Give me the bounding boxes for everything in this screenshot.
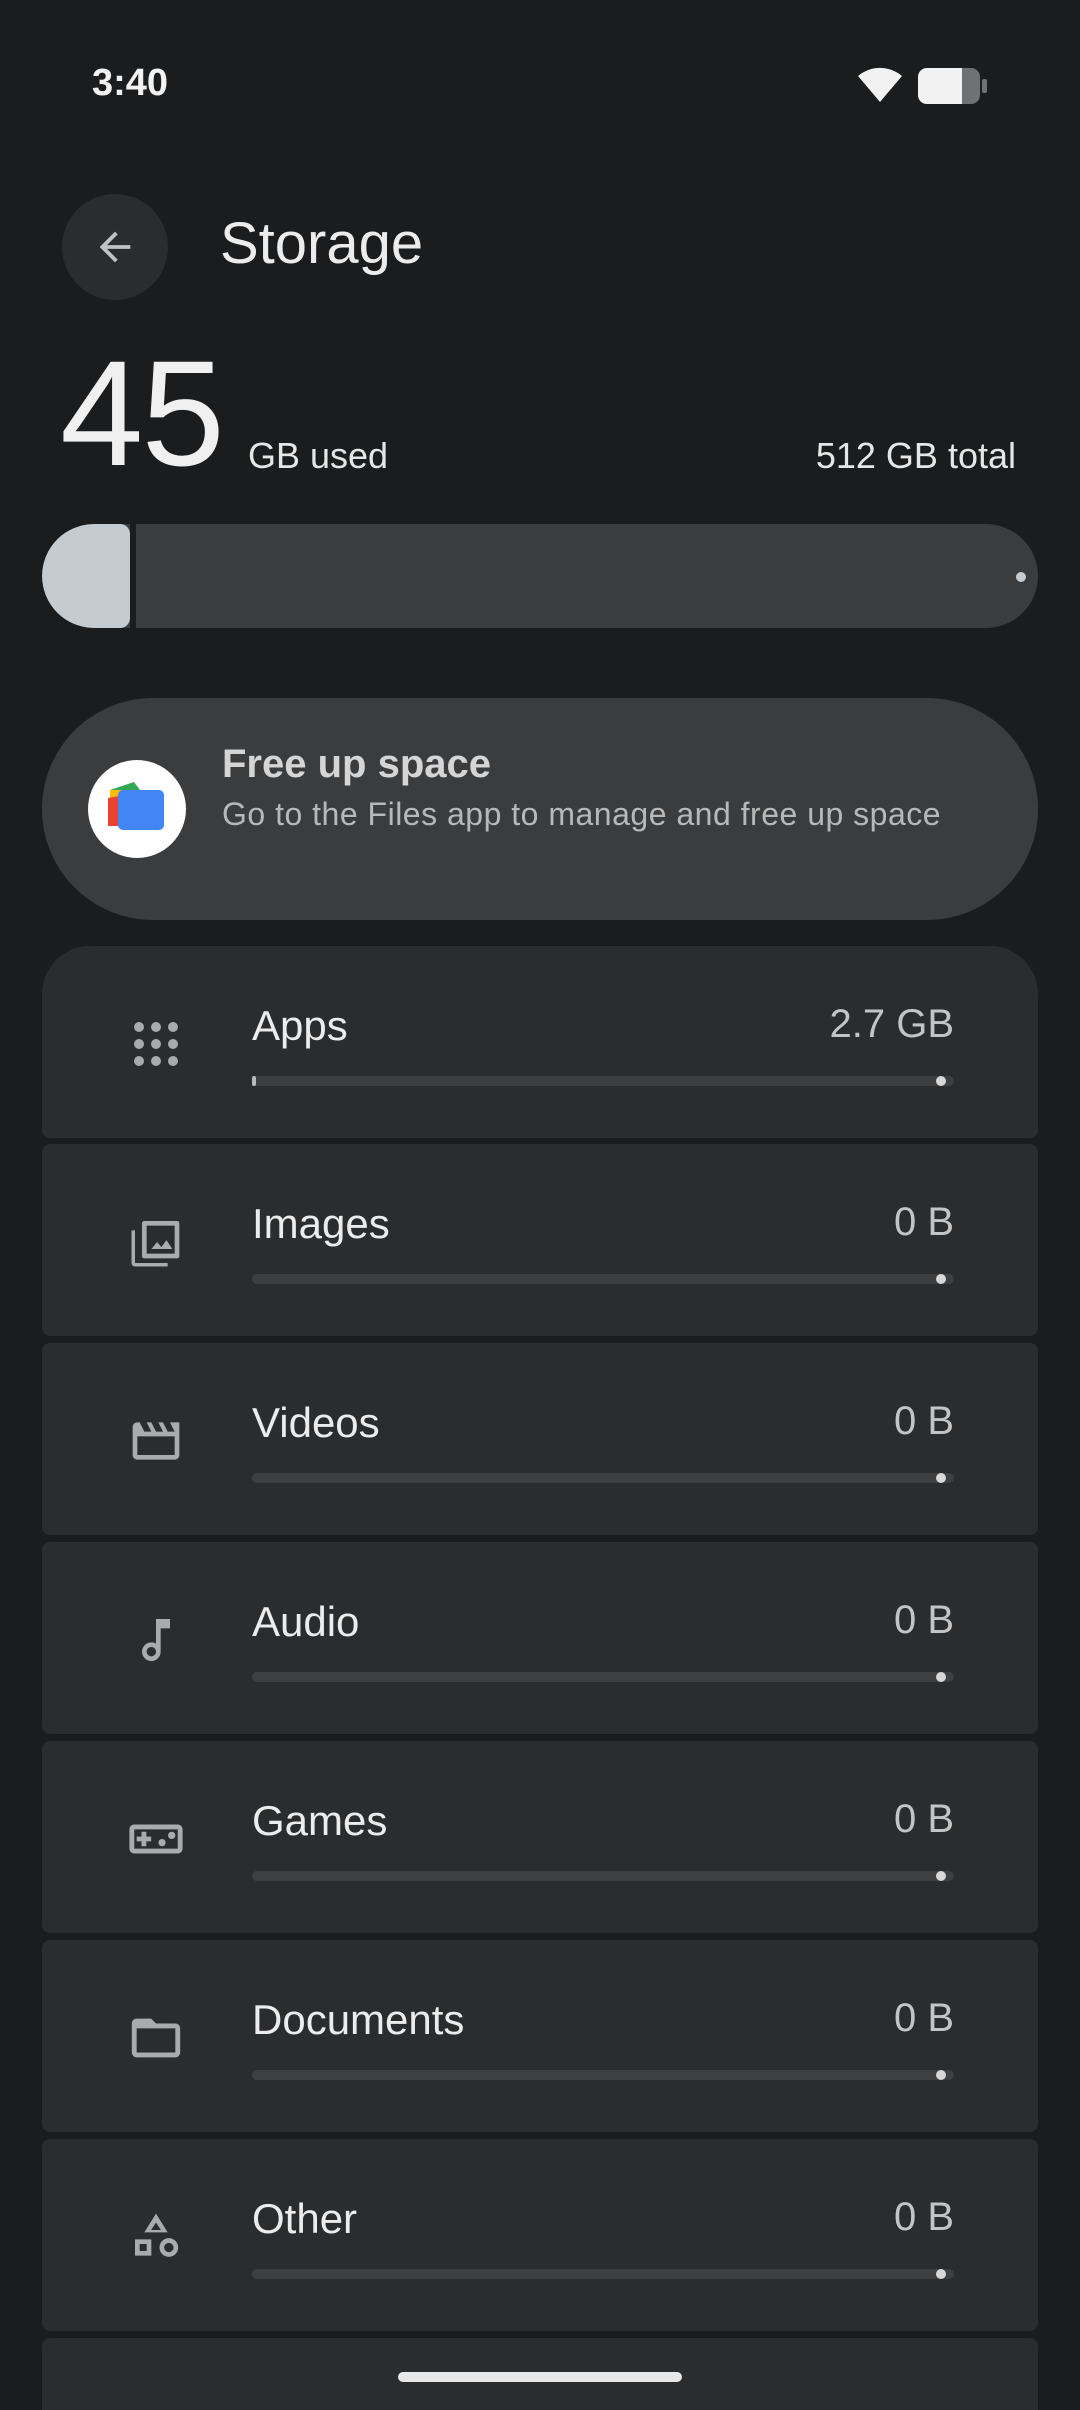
category-size: 0 B: [893, 1797, 954, 1841]
category-size: 0 B: [893, 1598, 954, 1642]
files-app-icon: [88, 760, 186, 858]
category-bar-dot: [936, 1274, 946, 1284]
battery-icon: [918, 68, 987, 104]
category-bar: [252, 1871, 954, 1881]
category-label: Documents: [252, 1996, 465, 2043]
category-apps[interactable]: Apps 2.7 GB: [42, 946, 1038, 1138]
status-bar: 3:40: [0, 0, 1080, 170]
category-label: Other: [252, 2195, 358, 2242]
category-label: Audio: [252, 1598, 360, 1645]
other-icon: [124, 2205, 188, 2269]
category-bar-fill: [252, 1076, 256, 1086]
home-indicator[interactable]: [398, 2372, 682, 2382]
videos-icon: [124, 1409, 188, 1473]
arrow-back-icon: [99, 231, 131, 263]
storage-screen: 3:40 Storage 45 GB used 512 GB total Fre…: [0, 0, 1080, 2410]
category-label: Games: [252, 1797, 388, 1844]
wifi-icon: [858, 67, 902, 102]
category-bar: [252, 1274, 954, 1284]
page-title: Storage: [220, 211, 424, 276]
category-size: 2.7 GB: [829, 1002, 954, 1046]
total-label: 512 GB total: [815, 435, 1016, 476]
category-size: 0 B: [893, 1399, 954, 1443]
apps-grid-icon: [124, 1012, 188, 1076]
category-bar: [252, 2070, 954, 2080]
category-bar-dot: [936, 1672, 946, 1682]
category-label: Apps: [252, 1002, 348, 1049]
used-value: 45: [60, 329, 225, 497]
files-logo-icon: [108, 782, 164, 830]
category-documents[interactable]: Documents 0 B: [42, 1940, 1038, 2132]
category-bar: [252, 1473, 954, 1483]
category-other[interactable]: Other 0 B: [42, 2139, 1038, 2331]
category-games[interactable]: Games 0 B: [42, 1741, 1038, 1933]
storage-usage-fill: [42, 524, 130, 628]
category-label: Images: [252, 1200, 390, 1247]
category-bar-dot: [936, 1473, 946, 1483]
used-label: GB used: [248, 435, 389, 476]
category-bar-dot: [936, 1871, 946, 1881]
category-audio[interactable]: Audio 0 B: [42, 1542, 1038, 1734]
category-label: Videos: [252, 1399, 380, 1446]
category-size: 0 B: [893, 2195, 954, 2239]
free-up-title: Free up space: [222, 742, 492, 786]
category-bar: [252, 1076, 954, 1086]
games-icon: [124, 1807, 188, 1871]
category-bar-dot: [936, 1076, 946, 1086]
back-button[interactable]: [62, 194, 168, 300]
category-bar-dot: [936, 2269, 946, 2279]
category-images[interactable]: Images 0 B: [42, 1144, 1038, 1336]
category-size: 0 B: [893, 1200, 954, 1244]
audio-icon: [124, 1608, 188, 1672]
category-bar-dot: [936, 2070, 946, 2080]
documents-icon: [124, 2006, 188, 2070]
images-icon: [124, 1210, 188, 1274]
storage-usage-bar: [42, 524, 1038, 628]
category-bar: [252, 2269, 954, 2279]
free-up-space-card[interactable]: Free up space Go to the Files app to man…: [42, 698, 1038, 920]
category-videos[interactable]: Videos 0 B: [42, 1343, 1038, 1535]
free-up-description: Go to the Files app to manage and free u…: [222, 796, 942, 832]
category-bar: [252, 1672, 954, 1682]
storage-usage-end-dot: [1016, 572, 1026, 582]
storage-usage-separator: [130, 524, 136, 628]
category-size: 0 B: [893, 1996, 954, 2040]
status-time: 3:40: [92, 62, 169, 104]
